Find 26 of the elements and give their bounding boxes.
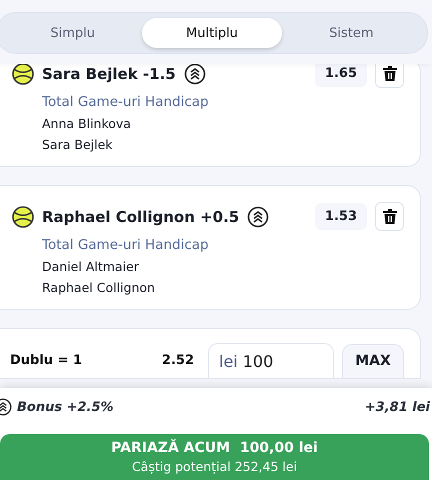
player-name: Raphael Collignon [42,280,156,295]
selection-title: Sara Bejlek -1.5 [42,64,176,82]
bonus-amount: +3,81 lei [364,400,430,414]
delete-button[interactable] [375,202,404,231]
player-name: Sara Bejlek [42,137,114,152]
market-name: Total Game-uri Handicap [42,237,210,253]
bet-type-label: Dublu = 1 [10,353,82,368]
player-name: Anna Blinkova [42,116,132,131]
trash-icon [382,209,396,224]
max-button[interactable]: MAX [342,344,404,378]
bonus-label: Bonus +2.5% [17,400,114,414]
trash-icon [382,66,396,81]
tab[interactable]: Sistem [282,18,421,48]
tennis-ball-icon [12,206,34,228]
market-name: Total Game-uri Handicap [42,94,210,110]
tab[interactable]: Simplu [3,18,142,48]
odds-value: 1.65 [314,64,367,87]
odds-value: 1.53 [314,203,367,230]
total-odds: 2.52 [162,353,194,368]
tab[interactable]: Multiplu [142,18,282,48]
player-name: Daniel Altmaier [42,259,140,274]
stake-input-field[interactable]: lei 100 [208,343,334,378]
boost-icon [184,64,206,84]
boost-icon [247,206,270,228]
selection-title: Raphael Collignon +0.5 [42,208,240,226]
delete-button[interactable] [375,64,404,88]
